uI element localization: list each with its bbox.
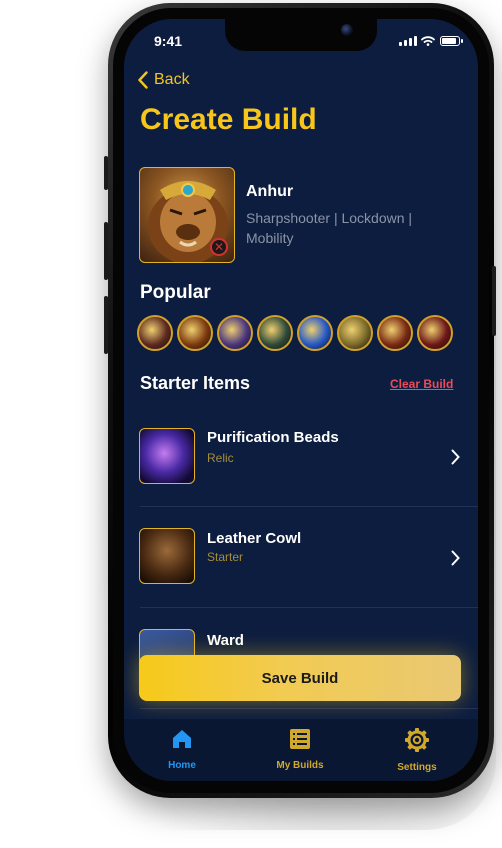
app-screen: 9:41 Back Create Build ✕ Anhur Sharpshoo… xyxy=(124,19,478,781)
volume-up-button xyxy=(104,222,108,280)
chevron-right-icon xyxy=(451,550,460,566)
status-time: 9:41 xyxy=(154,33,183,49)
popular-item-1-icon[interactable] xyxy=(137,315,173,351)
back-button[interactable]: Back xyxy=(138,71,190,89)
item-type: Relic xyxy=(207,451,234,465)
leather-cowl-icon xyxy=(139,528,195,584)
item-name: Leather Cowl xyxy=(207,530,302,547)
save-build-button[interactable]: Save Build xyxy=(139,655,461,701)
starter-items-heading: Starter Items xyxy=(140,373,251,393)
popular-item-8-icon[interactable] xyxy=(417,315,453,351)
popular-item-6-icon[interactable] xyxy=(337,315,373,351)
signal-bar-3 xyxy=(409,38,412,46)
battery-icon xyxy=(440,36,463,46)
list-item[interactable]: Purification Beads Relic xyxy=(124,407,478,507)
chevron-right-icon xyxy=(451,449,460,465)
divider xyxy=(140,708,478,709)
front-camera xyxy=(341,24,353,36)
list-item[interactable]: Leather Cowl Starter xyxy=(124,507,478,607)
tab-bar: Home My Builds Settings xyxy=(124,719,478,781)
clear-build-link[interactable]: Clear Build xyxy=(390,377,453,391)
volume-down-button xyxy=(104,296,108,354)
signal-bar-2 xyxy=(404,40,407,46)
god-name: Anhur xyxy=(246,183,294,200)
tab-label: Settings xyxy=(397,762,437,773)
gear-icon xyxy=(405,728,429,752)
item-name: Purification Beads xyxy=(207,429,339,446)
wifi-icon xyxy=(421,36,435,46)
remove-god-button[interactable]: ✕ xyxy=(210,238,228,256)
tab-label: Home xyxy=(168,760,196,771)
back-label: Back xyxy=(154,71,190,88)
popular-item-5-icon[interactable] xyxy=(297,315,333,351)
power-button xyxy=(492,266,496,336)
popular-heading: Popular xyxy=(140,282,211,303)
tab-label: My Builds xyxy=(276,760,324,771)
signal-bar-4 xyxy=(414,36,417,46)
item-name: Ward xyxy=(207,632,244,649)
signal-bar-1 xyxy=(399,42,402,46)
home-icon xyxy=(173,730,191,748)
list-icon xyxy=(290,729,310,749)
notch xyxy=(225,19,377,51)
tab-my-builds[interactable]: My Builds xyxy=(255,727,345,771)
popular-item-3-icon[interactable] xyxy=(217,315,253,351)
god-roles: Sharpshooter | Lockdown | Mobility xyxy=(246,210,413,246)
purification-beads-icon xyxy=(139,428,195,484)
tab-settings[interactable]: Settings xyxy=(372,727,462,773)
tab-home[interactable]: Home xyxy=(137,727,227,771)
chevron-left-icon xyxy=(138,71,148,89)
page-title: Create Build xyxy=(140,103,317,136)
item-type: Starter xyxy=(207,550,244,564)
popular-item-4-icon[interactable] xyxy=(257,315,293,351)
popular-item-7-icon[interactable] xyxy=(377,315,413,351)
popular-items-row xyxy=(137,315,453,351)
silent-switch xyxy=(104,156,108,190)
popular-item-2-icon[interactable] xyxy=(177,315,213,351)
